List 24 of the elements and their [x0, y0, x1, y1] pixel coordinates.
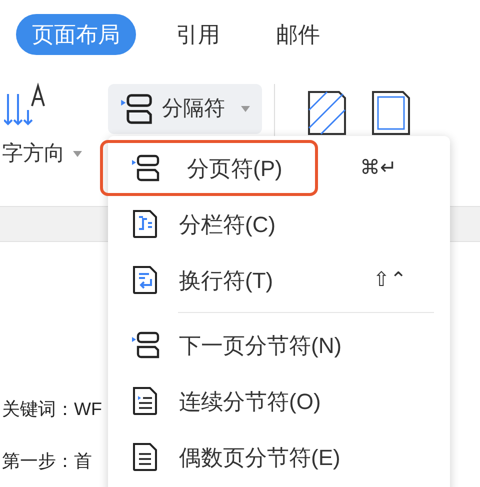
document-text: 关键词：WF [2, 398, 102, 420]
shortcut-text: ⇧⌃ [373, 268, 407, 293]
caret-icon [241, 106, 250, 112]
breaks-button[interactable]: 分隔符 [108, 84, 262, 134]
document-text: 第一步：首 [2, 450, 92, 472]
menu-item[interactable]: 分栏符(C) [100, 196, 458, 252]
grid-page-icon [131, 442, 159, 472]
ribbon-tab[interactable]: 邮件 [260, 14, 336, 54]
page-margins-icon [371, 90, 411, 136]
hatched-page-icon [307, 90, 347, 136]
list-page-icon [131, 386, 159, 416]
page-break-icon [131, 330, 161, 360]
line-wrap-icon [131, 265, 159, 295]
caret-icon [73, 150, 82, 157]
menu-item[interactable]: 偶数页分节符(E) [100, 429, 458, 485]
menu-item[interactable]: 连续分节符(O) [100, 373, 458, 429]
shortcut-text: ⌘↵ [360, 156, 397, 181]
menu-item[interactable]: 换行符(T) ⇧⌃ [100, 252, 458, 308]
page-break-icon [120, 92, 154, 126]
ribbon-tab[interactable]: 引用 [160, 14, 236, 54]
text-direction-button[interactable]: 字方向 [2, 138, 82, 170]
menu-item[interactable]: 下一页分节符(N) [100, 317, 458, 373]
page-break-icon [131, 153, 161, 183]
column-break-icon [131, 209, 159, 239]
